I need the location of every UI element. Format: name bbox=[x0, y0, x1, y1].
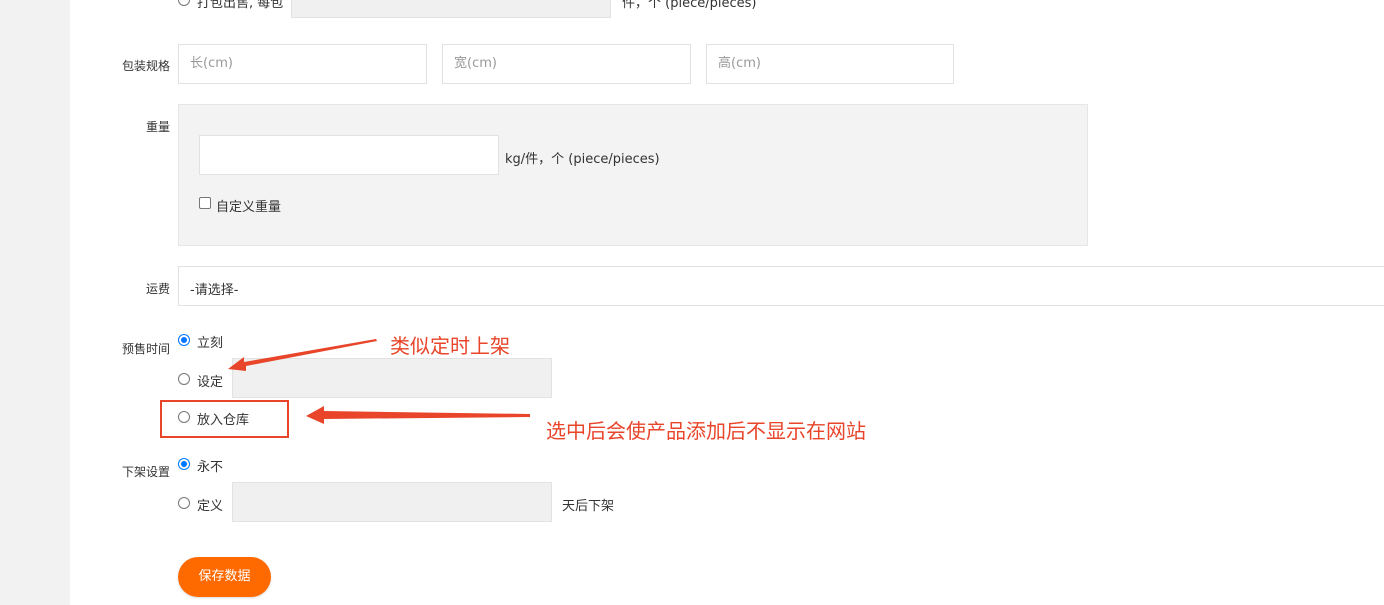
offshelf-custom-radio[interactable] bbox=[178, 497, 190, 509]
presale-label: 预售时间 bbox=[121, 342, 170, 356]
timed-listing-note: 类似定时上架 bbox=[390, 334, 510, 358]
left-sidebar-strip bbox=[0, 0, 70, 605]
offshelf-suffix-label: 天后下架 bbox=[562, 499, 615, 514]
arrow-to-warehouse-icon bbox=[306, 406, 530, 424]
pack-quantity-input[interactable] bbox=[291, 0, 611, 18]
offshelf-days-input[interactable] bbox=[232, 482, 552, 522]
presale-time-input[interactable] bbox=[232, 358, 552, 398]
save-data-button[interactable]: 保存数据 bbox=[178, 557, 271, 597]
presale-immediate-radio[interactable] bbox=[178, 334, 190, 346]
offshelf-never-radio[interactable] bbox=[178, 458, 190, 470]
pack-sale-label: 打包出售, 每包 bbox=[197, 0, 284, 11]
pack-sale-radio[interactable] bbox=[178, 0, 190, 6]
custom-weight-checkbox[interactable] bbox=[199, 197, 211, 209]
warehouse-highlight-box bbox=[160, 400, 289, 438]
pack-unit-label: 件，个 (piece/pieces) bbox=[622, 0, 757, 11]
shipping-select[interactable] bbox=[178, 266, 1384, 306]
weight-panel bbox=[178, 104, 1088, 246]
shipping-label: 运费 bbox=[145, 282, 170, 296]
offshelf-label: 下架设置 bbox=[121, 465, 170, 479]
presale-scheduled-label: 设定 bbox=[197, 375, 224, 390]
warehouse-note: 选中后会使产品添加后不显示在网站 bbox=[546, 419, 866, 443]
package-height-input[interactable]: 高(cm) bbox=[706, 44, 954, 84]
weight-input[interactable] bbox=[199, 135, 499, 175]
presale-scheduled-radio[interactable] bbox=[178, 373, 190, 385]
offshelf-custom-label: 定义 bbox=[197, 499, 224, 514]
custom-weight-label: 自定义重量 bbox=[216, 200, 282, 215]
package-width-input[interactable]: 宽(cm) bbox=[442, 44, 691, 84]
weight-unit-label: kg/件，个 (piece/pieces) bbox=[505, 152, 660, 167]
weight-label: 重量 bbox=[145, 120, 170, 134]
package-size-label: 包装规格 bbox=[121, 59, 170, 73]
shipping-selected-value: -请选择- bbox=[190, 283, 239, 298]
offshelf-never-label: 永不 bbox=[197, 460, 224, 475]
presale-immediate-label: 立刻 bbox=[197, 336, 224, 351]
package-length-input[interactable]: 长(cm) bbox=[178, 44, 427, 84]
